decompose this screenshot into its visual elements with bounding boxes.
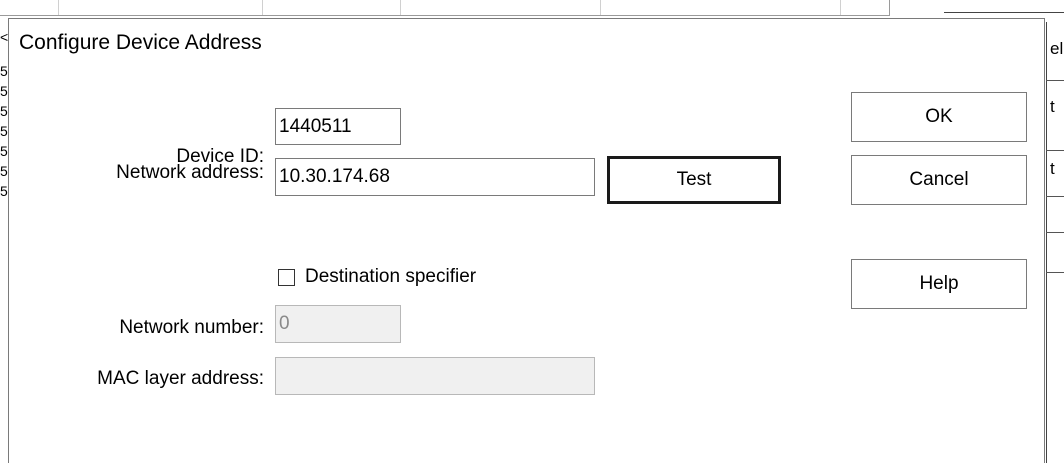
background-text-fragment: 5 bbox=[0, 104, 8, 118]
mac-layer-address-label: MAC layer address: bbox=[97, 368, 264, 389]
device-id-input[interactable] bbox=[275, 108, 401, 145]
background-top-right-line bbox=[944, 0, 1064, 13]
background-right-divider bbox=[1046, 196, 1064, 197]
background-grid-column bbox=[600, 0, 601, 15]
ok-button[interactable]: OK bbox=[851, 92, 1027, 142]
background-right-panel bbox=[1046, 22, 1064, 463]
help-button[interactable]: Help bbox=[851, 259, 1027, 309]
cancel-button[interactable]: Cancel bbox=[851, 155, 1027, 205]
background-text-fragment: t bbox=[1050, 98, 1055, 116]
background-text-fragment: < bbox=[0, 30, 8, 44]
background-right-divider bbox=[1046, 80, 1064, 81]
network-number-label: Network number: bbox=[119, 317, 264, 338]
background-grid-column bbox=[840, 0, 841, 15]
test-button[interactable]: Test bbox=[607, 156, 781, 204]
destination-specifier-label: Destination specifier bbox=[305, 266, 477, 287]
background-right-divider bbox=[1046, 150, 1064, 151]
background-text-fragment: 5 bbox=[0, 144, 8, 158]
screen: < 5 5 5 5 5 5 5 el t t Configure Device … bbox=[0, 0, 1064, 463]
background-grid-column bbox=[58, 0, 59, 15]
network-address-input[interactable] bbox=[275, 158, 595, 196]
background-grid-column bbox=[400, 0, 401, 15]
dialog-title: Configure Device Address bbox=[19, 31, 262, 54]
background-text-fragment: t bbox=[1050, 160, 1055, 178]
mac-layer-address-input[interactable] bbox=[275, 357, 595, 395]
background-right-divider bbox=[1046, 232, 1064, 233]
background-text-fragment: el bbox=[1050, 40, 1064, 58]
destination-specifier-row[interactable]: Destination specifier bbox=[278, 266, 476, 288]
destination-specifier-checkbox[interactable] bbox=[278, 268, 295, 286]
background-text-fragment: 5 bbox=[0, 84, 8, 98]
background-text-fragment: 5 bbox=[0, 124, 8, 138]
background-grid-column bbox=[262, 0, 263, 15]
background-grid-header bbox=[0, 0, 890, 16]
network-address-label: Network address: bbox=[116, 162, 264, 183]
background-right-divider bbox=[1046, 272, 1064, 273]
network-number-input[interactable] bbox=[275, 305, 401, 343]
background-text-fragment: 5 bbox=[0, 164, 8, 178]
background-text-fragment: 5 bbox=[0, 184, 8, 198]
configure-device-address-dialog: Configure Device Address Device ID: Netw… bbox=[8, 18, 1045, 463]
background-text-fragment: 5 bbox=[0, 64, 8, 78]
